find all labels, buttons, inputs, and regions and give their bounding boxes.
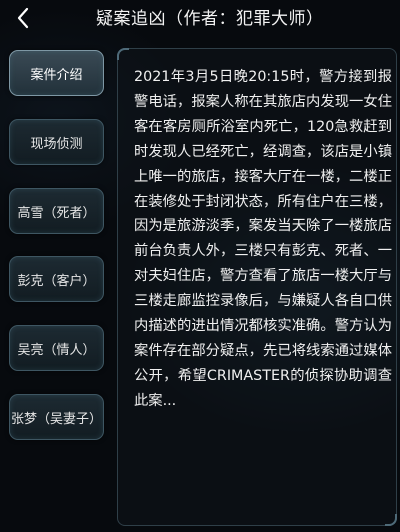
tab-scene-detection[interactable]: 现场侦测 <box>9 119 104 165</box>
tab-label: 现场侦测 <box>30 136 83 152</box>
chevron-left-icon <box>16 7 30 33</box>
tab-gao-xue[interactable]: 高雪（死者） <box>9 188 104 234</box>
tab-label: 案件介绍 <box>30 67 83 83</box>
tab-peng-ke[interactable]: 彭克（客户） <box>9 256 104 302</box>
page-title: 疑案追凶（作者：犯罪大师） <box>96 9 324 29</box>
tab-label: 吴亮（情人） <box>17 342 96 358</box>
tab-case-intro[interactable]: 案件介绍 <box>9 50 104 96</box>
tab-wu-liang[interactable]: 吴亮（情人） <box>9 325 104 371</box>
back-button[interactable] <box>10 6 36 34</box>
case-description-text: 2021年3月5日晚20:15时，警方接到报警电话，报案人称在其旅店内发现一女住… <box>134 69 392 409</box>
tab-zhang-meng[interactable]: 张梦（吴妻子） <box>9 394 104 440</box>
tab-label: 彭克（客户） <box>17 273 96 289</box>
tab-label: 高雪（死者） <box>17 205 96 221</box>
case-description-panel[interactable]: 2021年3月5日晚20:15时，警方接到报警电话，报案人称在其旅店内发现一女住… <box>117 48 397 526</box>
top-bar: 疑案追凶（作者：犯罪大师） <box>0 0 400 40</box>
tab-label: 张梦（吴妻子） <box>10 411 102 427</box>
